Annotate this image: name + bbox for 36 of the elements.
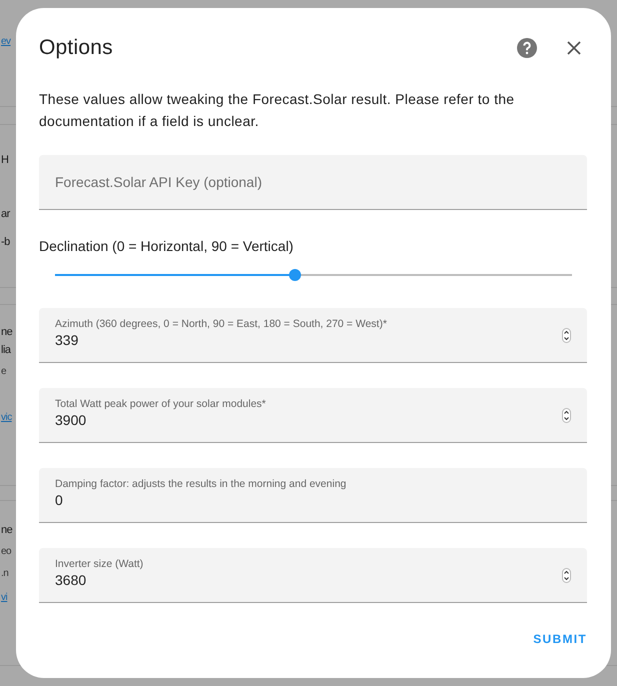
text-fragment: ne [1,326,12,338]
help-icon[interactable] [517,38,537,58]
number-field[interactable]: Azimuth (360 degrees, 0 = North, 90 = East, 180 = South, 270 = West)* 339 [39,308,587,363]
text-fragment: lia [1,344,11,356]
field-label: Forecast.Solar API Key (optional) [55,174,263,190]
text-fragment: -b [1,236,10,248]
spinner-icon[interactable] [562,408,571,422]
description-text: These values allow tweaking the Forecast.Solar result. Please refer to the documentation if a field is unclear. [39,90,516,131]
number-field[interactable]: Total Watt peak power of your solar modules* 3900 [39,388,587,443]
input-field[interactable]: Forecast.Solar API Key (optional) [39,155,587,210]
field-value: 3900 [55,411,88,429]
text-fragment: ar [1,208,10,220]
link-fragment[interactable]: vi [1,592,8,603]
text-fragment: eo [1,546,12,557]
link-fragment[interactable]: vic [1,412,12,423]
link-fragment[interactable]: ev [1,36,11,47]
input-field[interactable]: Damping factor: adjusts the results in the morning and evening 0 [39,468,587,523]
spinner-icon[interactable] [562,328,571,342]
submit-button[interactable]: SUBMIT [525,626,587,652]
number-field[interactable]: Inverter size (Watt) 3680 [39,548,587,603]
text-fragment: ne [1,524,12,536]
field-label: Damping factor: adjusts the results in the morning and evening [55,477,348,491]
close-icon[interactable] [567,41,581,55]
field-label: Total Watt peak power of your solar modules* [55,397,267,411]
text-fragment: e [1,366,6,377]
dialog-title: Options [39,36,114,60]
field-value: 0 [55,491,64,509]
spinner-icon[interactable] [562,568,571,582]
slider-thumb[interactable] [289,269,302,281]
field-label: Inverter size (Watt) [55,557,144,571]
slider-label: Declination (0 = Horizontal, 90 = Vertical) [39,238,294,254]
field-label: Azimuth (360 degrees, 0 = North, 90 = East, 180 = South, 270 = West)* [55,317,388,331]
text-fragment: .n [1,568,8,579]
field-value: 3680 [55,571,88,589]
field-value: 339 [55,331,80,349]
text-fragment: H [1,154,8,166]
